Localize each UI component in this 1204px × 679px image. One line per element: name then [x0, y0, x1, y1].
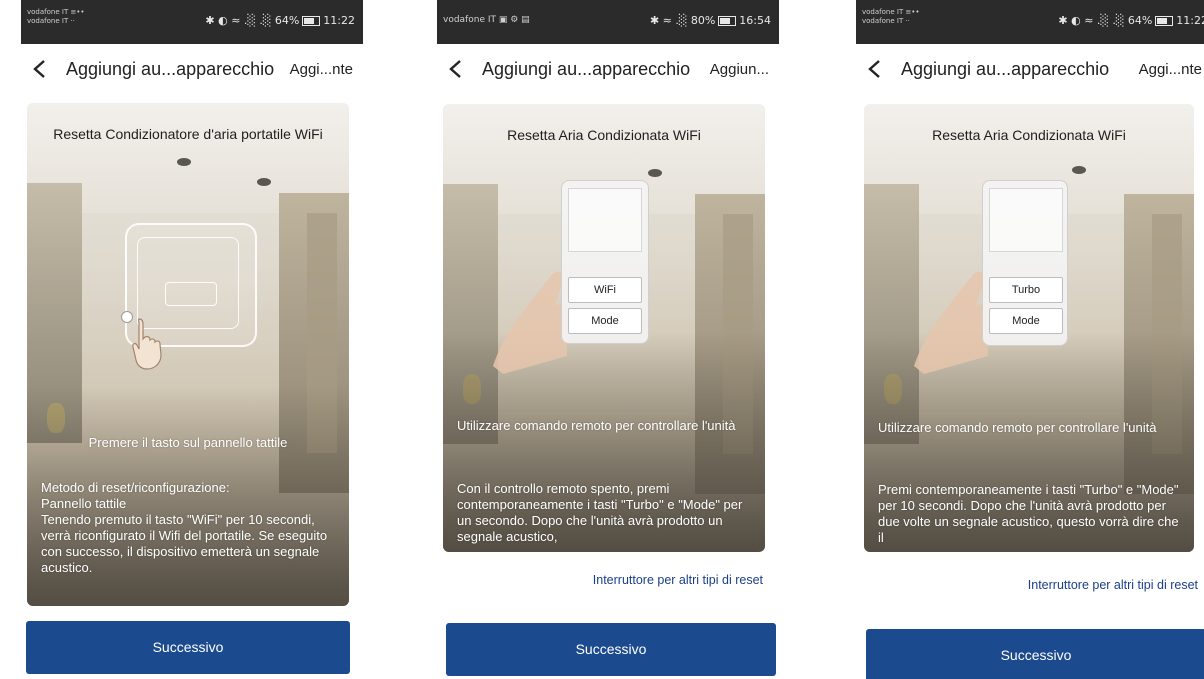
add-action-button[interactable]: Aggiun... — [710, 61, 769, 78]
status-bar: vodafone IT ≡•• vodafone IT ·· ✱ ◐ ≈ .░ … — [856, 0, 1204, 44]
remote-button-turbo: Turbo — [989, 277, 1063, 303]
panel-button-shape — [165, 282, 217, 306]
status-icons: ✱ ◐ ≈ .░ .░ 64% 11:22 — [205, 14, 355, 27]
chevron-left-icon[interactable] — [864, 58, 886, 80]
next-button[interactable]: Successivo — [866, 629, 1204, 679]
reset-card: Resetta Condizionatore d'aria portatile … — [27, 103, 349, 606]
battery-icon — [302, 16, 321, 26]
nav-bar: Aggiungi au...apparecchio Aggiun... — [437, 44, 779, 96]
page-title: Aggiungi au...apparecchio — [901, 59, 1110, 79]
page-title: Aggiungi au...apparecchio — [66, 59, 275, 79]
remote-button-mode: Mode — [568, 308, 642, 334]
chevron-left-icon[interactable] — [445, 58, 467, 80]
next-button[interactable]: Successivo — [446, 623, 776, 676]
chevron-left-icon[interactable] — [29, 58, 51, 80]
page-title: Aggiungi au...apparecchio — [482, 59, 691, 79]
hand-holding-remote-icon — [493, 271, 567, 374]
reset-card: Resetta Aria Condizionata WiFi WiFi Mode… — [443, 104, 765, 552]
status-indicators: ✱ ◐ ≈ .░ .░ 64% — [1058, 14, 1153, 27]
reset-description: Premi contemporaneamente i tasti "Turbo"… — [878, 482, 1179, 545]
card-title: Resetta Aria Condizionata WiFi — [507, 127, 701, 143]
status-time: 16:54 — [739, 14, 771, 27]
phone-screen-2: vodafone IT ▣ ⚙ ▤ ✱ ≈ .░ 80% 16:54 Aggiun… — [437, 0, 779, 679]
remote-button-mode: Mode — [989, 308, 1063, 334]
remote-control-illustration: WiFi Mode — [561, 180, 649, 344]
card-title: Resetta Aria Condizionata WiFi — [932, 127, 1126, 143]
status-bar: vodafone IT ≡•• vodafone IT ·· ✱ ◐ ≈ .░ … — [21, 0, 363, 44]
status-time: 11:22 — [323, 14, 355, 27]
carrier-label: vodafone IT ▣ ⚙ ▤ — [443, 15, 530, 25]
status-indicators: ✱ ◐ ≈ .░ .░ 64% — [205, 14, 300, 27]
phone-screen-3: vodafone IT ≡•• vodafone IT ·· ✱ ◐ ≈ .░ … — [856, 0, 1204, 679]
nav-bar: Aggiungi au...apparecchio Aggi...nte — [21, 44, 363, 96]
pointing-hand-icon — [132, 318, 162, 370]
reset-description: Metodo di reset/riconfigurazione: Pannel… — [41, 480, 328, 575]
carrier-label: vodafone IT ≡•• vodafone IT ·· — [27, 8, 85, 25]
add-action-button[interactable]: Aggi...nte — [1139, 61, 1202, 78]
carrier-label: vodafone IT ≡•• vodafone IT ·· — [862, 8, 920, 25]
reset-description: Con il controllo remoto spento, premi co… — [457, 481, 743, 544]
status-time: 11:22 — [1176, 14, 1204, 27]
status-indicators: ✱ ≈ .░ 80% — [649, 14, 716, 27]
status-icons: ✱ ≈ .░ 80% 16:54 — [650, 14, 771, 27]
instruction-text: Premere il tasto sul pannello tattile — [88, 435, 288, 450]
battery-icon — [1155, 16, 1174, 26]
switch-reset-type-link[interactable]: Interruttore per altri tipi di reset — [593, 573, 763, 587]
remote-button-wifi: WiFi — [568, 277, 642, 303]
reset-card: Resetta Aria Condizionata WiFi Turbo Mod… — [864, 104, 1194, 552]
instruction-text: Utilizzare comando remoto per controllar… — [457, 418, 736, 433]
remote-control-illustration: Turbo Mode — [982, 180, 1068, 346]
status-bar: vodafone IT ▣ ⚙ ▤ ✱ ≈ .░ 80% 16:54 — [437, 0, 779, 44]
next-button[interactable]: Successivo — [26, 621, 350, 674]
battery-icon — [718, 16, 737, 26]
nav-bar: Aggiungi au...apparecchio Aggi...nte — [856, 44, 1204, 96]
phone-screen-1: vodafone IT ≡•• vodafone IT ·· ✱ ◐ ≈ .░ … — [21, 0, 363, 679]
switch-reset-type-link[interactable]: Interruttore per altri tipi di reset — [1028, 578, 1198, 592]
card-title: Resetta Condizionatore d'aria portatile … — [53, 126, 323, 142]
hand-holding-remote-icon — [914, 271, 988, 374]
status-icons: ✱ ◐ ≈ .░ .░ 64% 11:22 — [1058, 14, 1204, 27]
instruction-text: Utilizzare comando remoto per controllar… — [878, 420, 1157, 435]
add-action-button[interactable]: Aggi...nte — [290, 61, 353, 78]
